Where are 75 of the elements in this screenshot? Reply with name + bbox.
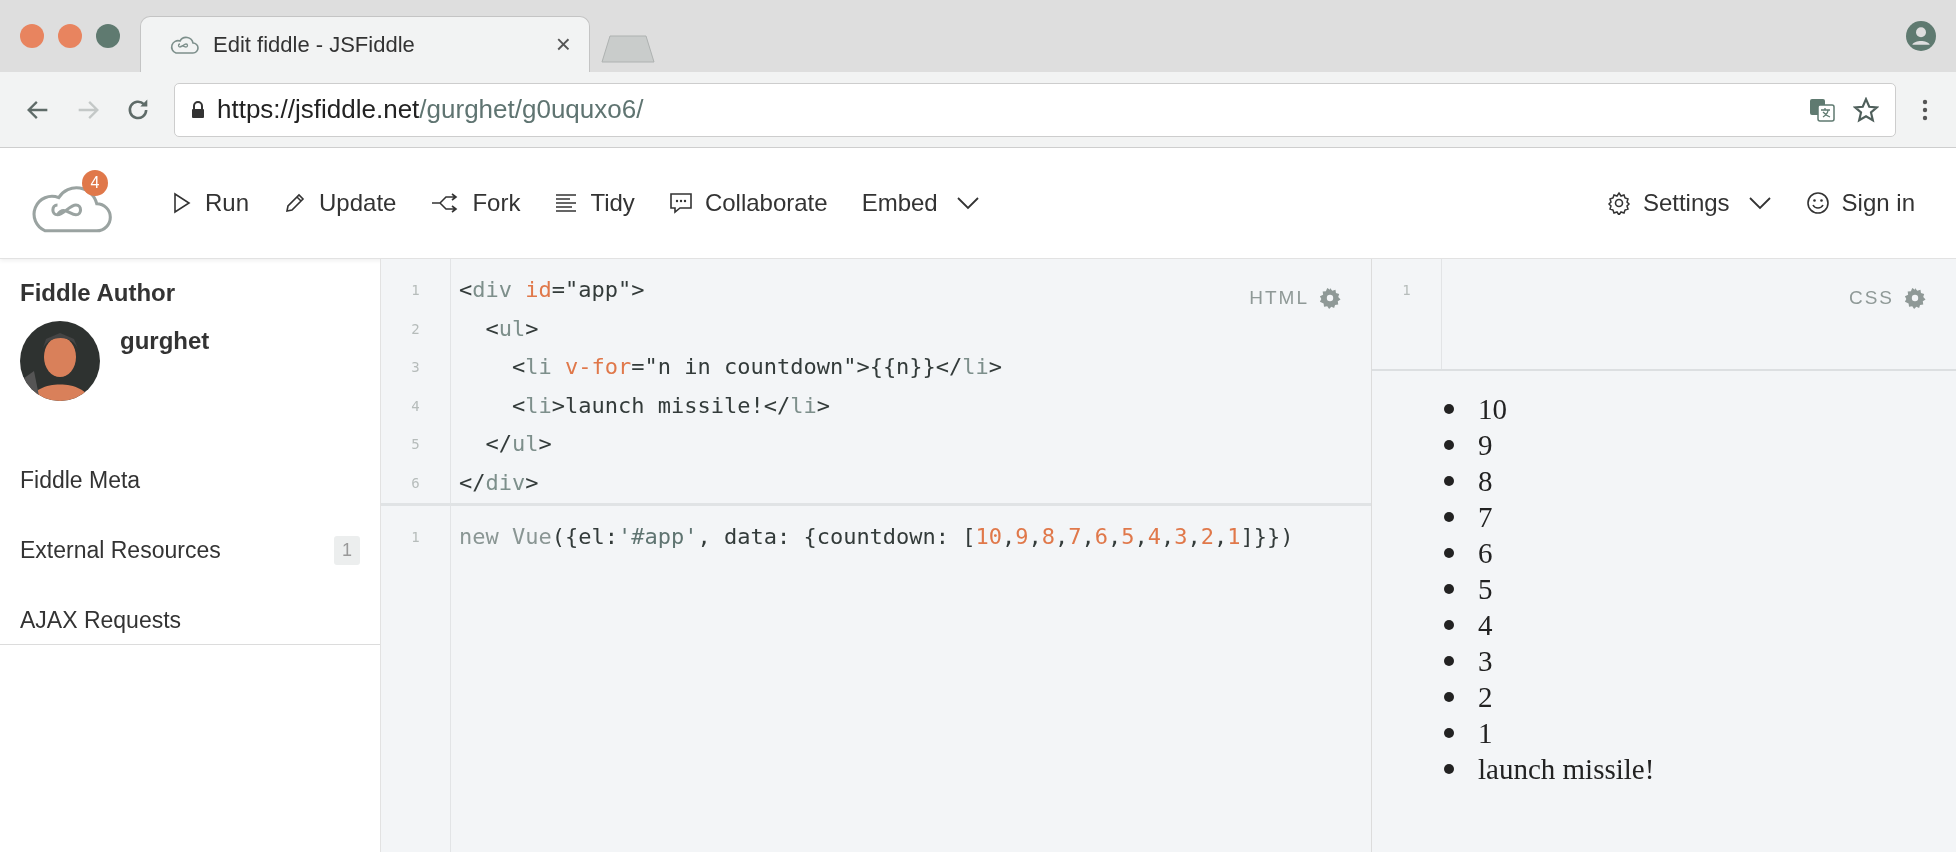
code-line: <li v-for="n in countdown">{{n}}</li> <box>510 353 1003 381</box>
toolbar-button[interactable]: Collaborate <box>655 181 841 225</box>
settings-icon[interactable] <box>1319 287 1341 309</box>
settings-icon <box>1606 191 1631 215</box>
code-line: </ul> <box>484 430 552 458</box>
lines-icon <box>554 191 579 215</box>
bullet-icon <box>1444 656 1454 666</box>
line-number: 3 <box>410 358 421 377</box>
panel-label: HTML <box>1249 287 1309 309</box>
menu-icon[interactable] <box>1922 97 1928 122</box>
code-line: <li>launch missile!</li> <box>510 391 830 420</box>
toolbar-button[interactable]: Tidy <box>541 181 648 225</box>
list-item: 1 <box>1478 716 1493 750</box>
url-text: https://jsfiddle.net/gurghet/g0uquxo6/ <box>217 94 644 125</box>
toolbar-button[interactable]: Update <box>270 181 410 225</box>
toolbar-button[interactable]: Embed <box>848 181 993 225</box>
code-line: <div id="app"> <box>459 276 645 304</box>
toolbar-button[interactable]: Run <box>156 181 263 225</box>
bullet-icon <box>1444 404 1454 414</box>
list-item: 8 <box>1478 464 1493 498</box>
list-item: launch missile! <box>1478 752 1655 786</box>
list-item: 2 <box>1478 680 1493 714</box>
panel-label: CSS <box>1848 287 1894 309</box>
toolbar-button[interactable]: Fork <box>417 181 534 225</box>
bullet-icon <box>1444 620 1454 630</box>
sidebar-item[interactable]: AJAX Requests <box>20 585 360 644</box>
maximize-window-button[interactable] <box>96 24 120 48</box>
lock-icon <box>191 100 205 119</box>
bullet-icon <box>1444 476 1454 486</box>
list-item: 3 <box>1478 644 1493 678</box>
sidebar-item[interactable]: Fiddle Meta <box>20 445 360 515</box>
smiley-icon <box>1805 191 1830 215</box>
translate-icon[interactable] <box>1809 96 1835 123</box>
sidebar-item[interactable]: External Resources 1 <box>20 515 360 585</box>
browser-tab[interactable]: Edit fiddle - JSFiddle × <box>140 16 590 72</box>
line-number: 4 <box>410 396 421 416</box>
address-field[interactable]: https://jsfiddle.net/gurghet/g0uquxo6/ <box>174 82 1896 137</box>
bullet-icon <box>1444 584 1454 594</box>
caret-icon <box>955 196 980 210</box>
line-number: 1 <box>1401 281 1412 300</box>
list-item: 7 <box>1478 500 1493 534</box>
list-item: 5 <box>1478 572 1493 606</box>
caret-icon <box>1747 196 1772 210</box>
profile-icon[interactable] <box>1906 21 1936 51</box>
line-number: 5 <box>410 435 421 454</box>
line-number: 6 <box>410 473 421 493</box>
close-window-button[interactable] <box>20 24 44 48</box>
bullet-icon <box>1444 548 1454 558</box>
line-number: 1 <box>410 528 421 547</box>
minimize-window-button[interactable] <box>58 24 82 48</box>
list-item: 10 <box>1478 392 1507 426</box>
settings-icon[interactable] <box>1904 287 1926 309</box>
code-line: <ul> <box>484 314 539 343</box>
list-item: 6 <box>1478 536 1493 570</box>
bullet-icon <box>1444 440 1454 450</box>
line-number: 2 <box>410 319 421 339</box>
bullet-icon <box>1444 764 1454 774</box>
list-item: 9 <box>1478 428 1493 462</box>
toolbar-button[interactable]: Sign in <box>1792 181 1928 225</box>
notification-badge: 4 <box>82 170 108 196</box>
code-line: new Vue({el:'#app', data: {countdown: [10,9,8,7,6,5,4,3,2,1]}}) <box>459 523 1294 551</box>
section-heading: Fiddle Author <box>20 279 177 307</box>
list-item: 4 <box>1478 608 1493 642</box>
code-line: </div> <box>459 468 539 497</box>
chat-icon <box>668 191 693 215</box>
bullet-icon <box>1444 692 1454 702</box>
cloud-icon <box>169 34 199 55</box>
author-name[interactable]: gurghet <box>120 327 210 401</box>
count-badge: 1 <box>334 535 360 565</box>
toolbar-button[interactable]: Settings <box>1593 181 1785 225</box>
star-icon[interactable] <box>1853 96 1879 123</box>
line-number: 1 <box>410 281 421 300</box>
bullet-icon <box>1444 512 1454 522</box>
bullet-icon <box>1444 728 1454 738</box>
close-tab-button[interactable]: × <box>555 29 571 60</box>
